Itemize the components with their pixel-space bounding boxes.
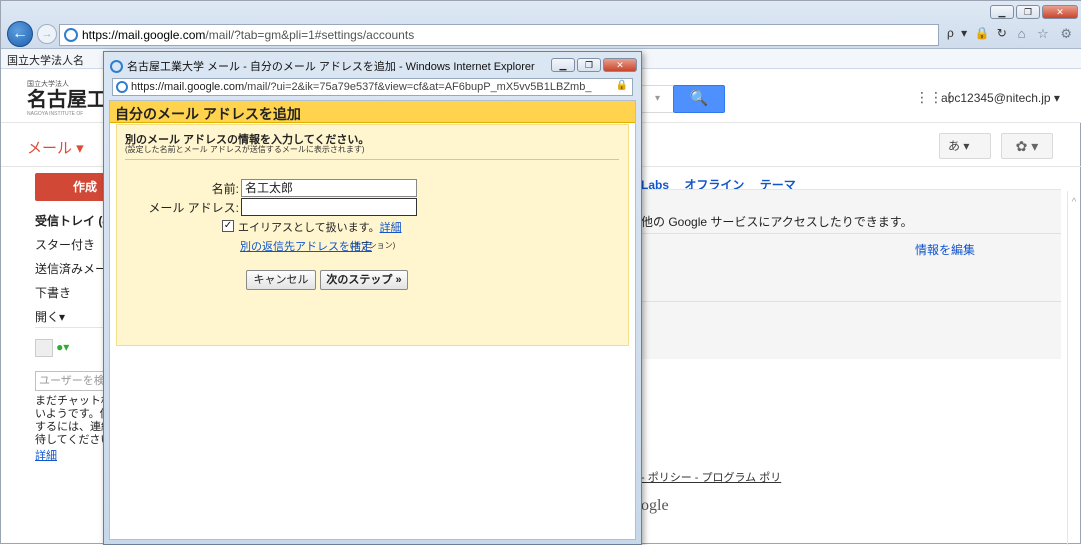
name-field[interactable]: 名工太郎 — [241, 179, 417, 197]
university-logo[interactable]: 国立大学法人 名古屋工 NAGOYA INSTITUTE OF — [27, 79, 107, 117]
nav-sent[interactable]: 送信済みメー — [35, 257, 113, 281]
address-host: https://mail.google.com — [82, 28, 206, 42]
google-logo: ogle — [641, 497, 669, 514]
edit-info-link[interactable]: 情報を編集 — [915, 241, 975, 258]
alias-detail-link[interactable]: 詳細 — [380, 222, 402, 234]
search-options-dropdown[interactable]: ▾ — [641, 85, 673, 113]
popup-window-controls: ▁ ❐ ✕ — [551, 58, 637, 72]
divider — [125, 159, 619, 160]
settings-gear-icon[interactable]: ✿ ▾ — [1001, 133, 1053, 159]
email-label: メール アドレス: — [148, 201, 239, 215]
popup-title-bar: 名古屋工業大学 メール - 自分のメール アドレスを追加 - Windows I… — [110, 58, 535, 74]
nav-starred[interactable]: スター付き — [35, 233, 113, 257]
status-dot-icon: ●▾ — [56, 339, 70, 354]
popup-content: 自分のメール アドレスを追加 別のメール アドレスの情報を入力してください。 (… — [109, 100, 636, 540]
browser-window: ▁ ❐ ✕ ← → https://mail.google.com/mail/?… — [0, 0, 1081, 545]
cancel-button[interactable]: キャンセル — [246, 270, 316, 290]
maximize-button[interactable]: ❐ — [1016, 5, 1040, 19]
nav-more[interactable]: 開く▾ — [35, 305, 113, 329]
close-button[interactable]: ✕ — [1042, 5, 1078, 19]
favorites-item[interactable]: 国立大学法人名 — [7, 55, 84, 67]
name-label: 名前: — [211, 182, 239, 196]
popup-title: 名古屋工業大学 メール - 自分のメール アドレスを追加 - Windows I… — [127, 61, 535, 73]
chat-status[interactable]: ●▾ — [35, 339, 69, 357]
logo-text: 名古屋工 — [27, 89, 107, 111]
divider — [621, 233, 1061, 234]
popup-address-path: /mail/?ui=2&ik=75a79e537f&view=cf&at=AF6… — [244, 81, 592, 93]
add-address-popup-window: 名古屋工業大学 メール - 自分のメール アドレスを追加 - Windows I… — [103, 51, 642, 545]
popup-maximize-button[interactable]: ❐ — [577, 58, 601, 72]
account-menu[interactable]: abc12345@nitech.jp ▾ — [941, 91, 1060, 105]
reply-optional-note: (オプション) — [350, 241, 396, 250]
address-tools-icons[interactable]: ρ ▾ 🔒 ↻ — [947, 26, 1009, 40]
address-path: /mail/?tab=gm&pli=1#settings/accounts — [205, 28, 415, 42]
back-arrow-icon[interactable]: ← — [7, 21, 33, 47]
search-icon: 🔍 — [689, 90, 709, 107]
ie-logo-icon — [64, 28, 78, 42]
alias-checkbox[interactable]: ✓ — [222, 220, 234, 232]
popup-close-button[interactable]: ✕ — [603, 58, 637, 72]
lock-icon: 🔒 — [615, 80, 628, 91]
scrollbar[interactable] — [1067, 191, 1081, 545]
popup-address-bar[interactable]: https://mail.google.com/mail/?ui=2&ik=75… — [112, 78, 633, 96]
logo-small-text: 国立大学法人 — [27, 81, 69, 88]
forward-arrow-icon[interactable]: → — [37, 24, 57, 44]
divider — [621, 301, 1061, 302]
ie-logo-icon — [116, 81, 128, 93]
popup-address-host: https://mail.google.com — [131, 81, 245, 93]
mail-menu[interactable]: メール ▾ — [27, 137, 84, 158]
alias-label-text: エイリアスとして扱います。 — [238, 222, 380, 234]
scroll-up-icon[interactable]: ^ — [1068, 197, 1080, 208]
address-bar[interactable]: https://mail.google.com/mail/?tab=gm&pli… — [59, 24, 939, 46]
home-favorites-tools-icons[interactable]: ⌂ ☆ ⚙ — [1018, 26, 1076, 42]
input-tools-button[interactable]: あ ▾ — [939, 133, 991, 159]
address-form-panel: 別のメール アドレスの情報を入力してください。 (設定した名前とメール アドレス… — [116, 124, 629, 346]
settings-description: 他の Google サービスにアクセスしたりできます。 — [641, 215, 913, 229]
avatar — [35, 339, 53, 357]
window-controls: ▁ ❐ ✕ — [990, 5, 1078, 19]
alias-label: エイリアスとして扱います。詳細 — [238, 219, 402, 235]
browser-toolbar: ▁ ❐ ✕ ← → https://mail.google.com/mail/?… — [1, 1, 1081, 49]
mail-nav: 受信トレイ (4) スター付き 送信済みメー 下書き 開く▾ — [35, 209, 113, 329]
email-field[interactable] — [241, 198, 417, 216]
nav-drafts[interactable]: 下書き — [35, 281, 113, 305]
minimize-button[interactable]: ▁ — [990, 5, 1014, 19]
chat-detail-link[interactable]: 詳細 — [35, 447, 57, 463]
footer-links[interactable]: - ポリシー - プログラム ポリ — [641, 469, 781, 485]
next-step-button[interactable]: 次のステップ » — [320, 270, 408, 290]
form-note: (設定した名前とメール アドレスが送信するメールに表示されます) — [125, 145, 365, 154]
nav-inbox[interactable]: 受信トレイ (4) — [35, 209, 113, 233]
ie-logo-icon — [110, 59, 123, 73]
popup-minimize-button[interactable]: ▁ — [551, 58, 575, 72]
search-button[interactable]: 🔍 — [673, 85, 725, 113]
logo-tiny-text: NAGOYA INSTITUTE OF — [27, 111, 84, 117]
popup-heading: 自分のメール アドレスを追加 — [110, 101, 635, 123]
